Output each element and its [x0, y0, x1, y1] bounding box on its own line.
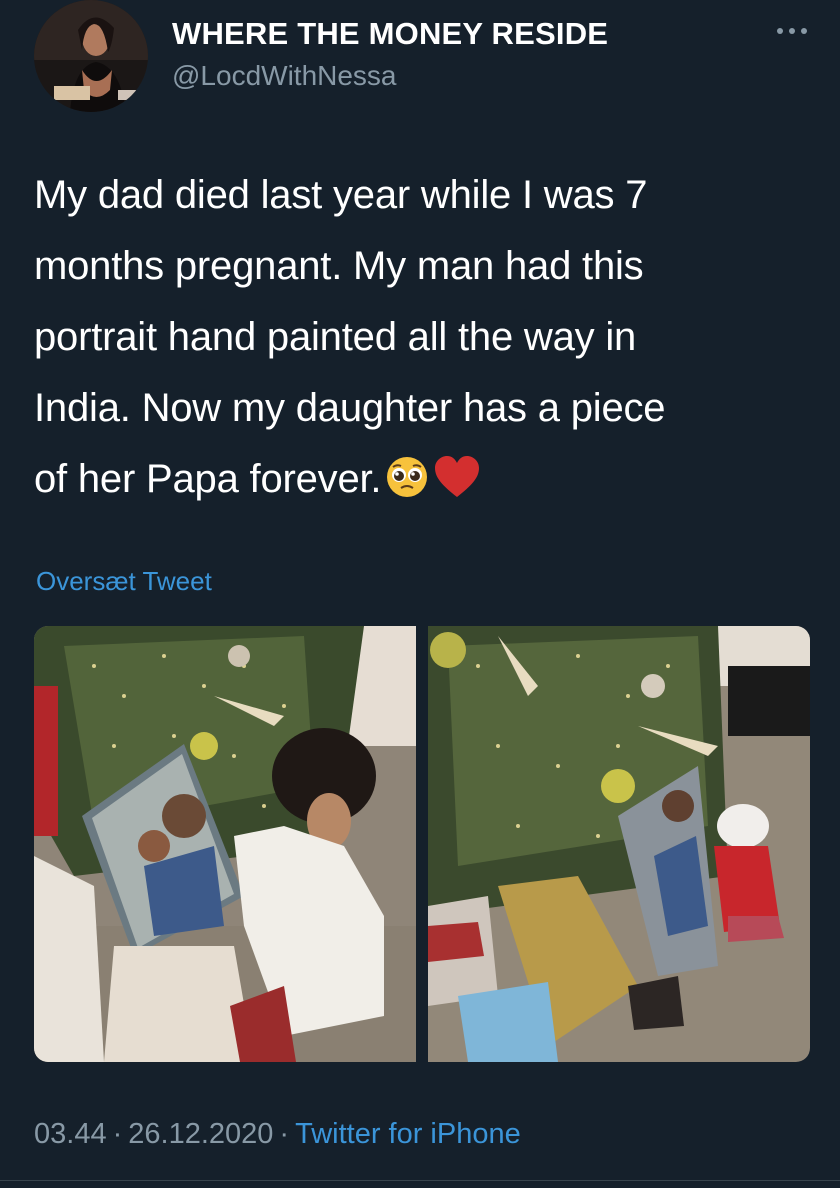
meta-separator: · — [112, 1118, 123, 1150]
divider — [0, 1180, 840, 1181]
tweet-time: 03.44 — [34, 1118, 107, 1150]
user-handle[interactable]: @LocdWithNessa — [172, 60, 397, 92]
pleading-face-emoji-icon — [385, 451, 429, 522]
tweet-source-link[interactable]: Twitter for iPhone — [295, 1118, 521, 1150]
tweet-metadata: 03.44 · 26.12.2020 · Twitter for iPhone — [34, 1118, 521, 1151]
tweet-header: WHERE THE MONEY RESIDE @LocdWithNessa — [0, 0, 840, 130]
red-heart-emoji-icon — [433, 451, 481, 522]
meta-separator: · — [279, 1118, 290, 1150]
tweet-date: 26.12.2020 — [128, 1118, 274, 1150]
translate-tweet-link[interactable]: Oversæt Tweet — [36, 566, 212, 597]
avatar-image — [34, 0, 148, 112]
tweet-text-line: portrait hand painted all the way in — [34, 315, 637, 359]
more-horizontal-icon[interactable] — [772, 16, 812, 46]
tweet-text-line: India. Now my daughter has a piece — [34, 386, 666, 430]
tweet-text-line: of her Papa forever. — [34, 457, 382, 501]
tweet-text-line: My dad died last year while I was 7 — [34, 173, 648, 217]
tweet-text: My dad died last year while I was 7 mont… — [34, 160, 824, 522]
display-name[interactable]: WHERE THE MONEY RESIDE — [172, 16, 608, 52]
tweet-text-line: months pregnant. My man had this — [34, 244, 644, 288]
avatar[interactable] — [34, 0, 148, 112]
tweet-text-last-line: of her Papa forever. — [34, 444, 824, 522]
tweet-photo-2[interactable] — [428, 626, 810, 1062]
tweet-photo-1[interactable] — [34, 626, 416, 1062]
